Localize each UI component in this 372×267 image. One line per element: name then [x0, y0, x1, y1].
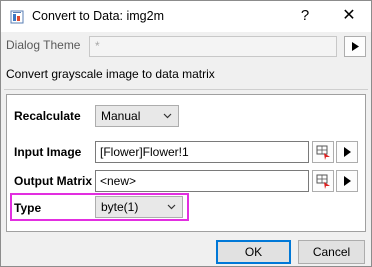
input-image-field[interactable]: [Flower]Flower!1 — [95, 141, 309, 163]
output-matrix-select-button[interactable] — [312, 170, 334, 192]
app-icon — [10, 10, 24, 24]
dialog-theme-row: Dialog Theme * — [1, 32, 371, 60]
theme-menu-button[interactable] — [344, 36, 366, 57]
output-matrix-label: Output Matrix — [14, 174, 92, 188]
chevron-down-icon — [163, 113, 172, 119]
output-matrix-field[interactable]: <new> — [95, 170, 309, 192]
play-arrow-icon — [344, 176, 351, 186]
separator — [4, 89, 368, 90]
select-range-icon — [316, 174, 330, 189]
type-label: Type — [14, 201, 42, 215]
dialog-window: Convert to Data: img2m ? ✕ Dialog Theme … — [0, 0, 372, 267]
type-value: byte(1) — [101, 200, 139, 214]
chevron-down-icon — [167, 204, 176, 210]
input-image-select-button[interactable] — [312, 141, 334, 163]
dialog-description: Convert grayscale image to data matrix — [6, 67, 215, 81]
type-dropdown[interactable]: byte(1) — [95, 196, 183, 218]
output-matrix-menu-button[interactable] — [336, 170, 358, 192]
recalculate-value: Manual — [101, 109, 141, 123]
play-arrow-icon — [352, 42, 359, 51]
ok-button[interactable]: OK — [216, 240, 291, 264]
window-title: Convert to Data: img2m — [32, 9, 164, 23]
play-arrow-icon — [344, 147, 351, 157]
help-button[interactable]: ? — [293, 5, 317, 27]
input-image-menu-button[interactable] — [336, 141, 358, 163]
title-bar: Convert to Data: img2m ? ✕ — [1, 1, 371, 32]
select-range-icon — [316, 145, 330, 160]
input-image-label: Input Image — [14, 145, 82, 159]
dialog-theme-field[interactable]: * — [89, 36, 337, 57]
close-button[interactable]: ✕ — [337, 5, 361, 27]
cancel-button[interactable]: Cancel — [298, 240, 365, 264]
recalculate-label: Recalculate — [14, 109, 81, 123]
recalculate-dropdown[interactable]: Manual — [95, 105, 179, 127]
dialog-theme-label: Dialog Theme — [6, 38, 81, 52]
